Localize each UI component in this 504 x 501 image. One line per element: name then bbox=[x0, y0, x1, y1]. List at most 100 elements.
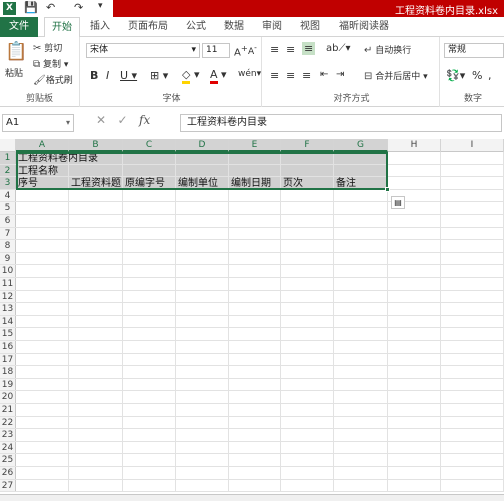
cell-a1[interactable]: 工程资料卷内目录 bbox=[16, 152, 98, 164]
shrink-font-icon[interactable]: A- bbox=[248, 43, 257, 57]
cell-d22[interactable] bbox=[176, 416, 229, 429]
cell-a16[interactable] bbox=[16, 341, 69, 353]
row-header-21[interactable]: 21 bbox=[0, 404, 16, 416]
align-top-icon[interactable]: ≡ bbox=[270, 43, 279, 56]
cell-b23[interactable] bbox=[69, 429, 123, 441]
cell-f20[interactable] bbox=[281, 391, 334, 403]
cell-e21[interactable] bbox=[229, 404, 281, 416]
cell-f12[interactable] bbox=[281, 290, 334, 303]
row-header-15[interactable]: 15 bbox=[0, 328, 16, 340]
paste-icon[interactable]: 📋 bbox=[5, 41, 27, 62]
cell-i4[interactable] bbox=[441, 189, 504, 202]
cell-h21[interactable] bbox=[388, 404, 441, 416]
cell-f24[interactable] bbox=[281, 441, 334, 454]
cell-d11[interactable] bbox=[176, 278, 229, 290]
tab-file[interactable]: 文件 bbox=[0, 17, 38, 37]
cell-f6[interactable] bbox=[281, 215, 334, 227]
cell-f11[interactable] bbox=[281, 278, 334, 290]
cell-h22[interactable] bbox=[388, 416, 441, 429]
cell-f22[interactable] bbox=[281, 416, 334, 429]
cell-f3[interactable]: 页次 bbox=[281, 177, 334, 189]
cell-c15[interactable] bbox=[123, 328, 176, 340]
cell-e3[interactable]: 编制日期 bbox=[229, 177, 281, 189]
cell-g26[interactable] bbox=[334, 467, 388, 479]
cell-a3[interactable]: 序号 bbox=[16, 177, 69, 189]
cell-a21[interactable] bbox=[16, 404, 69, 416]
cell-g19[interactable] bbox=[334, 378, 388, 391]
cell-f4[interactable] bbox=[281, 189, 334, 202]
cell-f14[interactable] bbox=[281, 315, 334, 328]
cell-g3[interactable]: 备注 bbox=[334, 177, 388, 189]
cell-h18[interactable] bbox=[388, 366, 441, 378]
column-header-i[interactable]: I bbox=[441, 139, 504, 152]
cell-c13[interactable] bbox=[123, 303, 176, 315]
column-header-d[interactable]: D bbox=[176, 139, 229, 152]
cancel-icon[interactable]: ✕ bbox=[96, 113, 106, 127]
cell-d7[interactable] bbox=[176, 227, 229, 240]
cell-b1[interactable] bbox=[69, 152, 123, 164]
cell-h8[interactable] bbox=[388, 240, 441, 252]
cell-c4[interactable] bbox=[123, 189, 176, 202]
cell-g24[interactable] bbox=[334, 441, 388, 454]
row-header-6[interactable]: 6 bbox=[0, 215, 16, 227]
cell-a20[interactable] bbox=[16, 391, 69, 403]
insert-function-icon[interactable]: fx bbox=[139, 113, 150, 127]
cell-f17[interactable] bbox=[281, 353, 334, 366]
cell-g22[interactable] bbox=[334, 416, 388, 429]
increase-indent-icon[interactable]: ⇥ bbox=[336, 69, 344, 80]
cell-g9[interactable] bbox=[334, 252, 388, 265]
cell-i1[interactable] bbox=[441, 152, 504, 164]
cell-d6[interactable] bbox=[176, 215, 229, 227]
cell-a9[interactable] bbox=[16, 252, 69, 265]
cell-d15[interactable] bbox=[176, 328, 229, 340]
cell-c14[interactable] bbox=[123, 315, 176, 328]
fill-handle[interactable] bbox=[385, 187, 390, 192]
row-header-19[interactable]: 19 bbox=[0, 378, 16, 391]
cell-i6[interactable] bbox=[441, 215, 504, 227]
cell-b6[interactable] bbox=[69, 215, 123, 227]
cell-d2[interactable] bbox=[176, 164, 229, 177]
column-header-g[interactable]: G bbox=[334, 139, 388, 152]
cell-d18[interactable] bbox=[176, 366, 229, 378]
cell-a17[interactable] bbox=[16, 353, 69, 366]
cell-c23[interactable] bbox=[123, 429, 176, 441]
redo-icon[interactable]: ↷ bbox=[74, 1, 83, 14]
cell-a2[interactable]: 工程名称 bbox=[16, 164, 69, 177]
row-header-3[interactable]: 3 bbox=[0, 177, 16, 189]
tab-review[interactable]: 审阅 bbox=[258, 17, 286, 37]
cell-c1[interactable] bbox=[123, 152, 176, 164]
cell-a25[interactable] bbox=[16, 454, 69, 466]
tab-data[interactable]: 数据 bbox=[220, 17, 248, 37]
cell-g13[interactable] bbox=[334, 303, 388, 315]
cell-i5[interactable] bbox=[441, 202, 504, 214]
row-header-7[interactable]: 7 bbox=[0, 227, 16, 240]
cell-f25[interactable] bbox=[281, 454, 334, 466]
cell-d14[interactable] bbox=[176, 315, 229, 328]
cell-b12[interactable] bbox=[69, 290, 123, 303]
cell-e5[interactable] bbox=[229, 202, 281, 214]
cell-g1[interactable] bbox=[334, 152, 388, 164]
cell-a5[interactable] bbox=[16, 202, 69, 214]
cell-a19[interactable] bbox=[16, 378, 69, 391]
wrap-text-button[interactable]: ↵ 自动换行 bbox=[364, 43, 411, 56]
tab-formulas[interactable]: 公式 bbox=[182, 17, 210, 37]
cell-c6[interactable] bbox=[123, 215, 176, 227]
tab-page-layout[interactable]: 页面布局 bbox=[124, 17, 172, 37]
cell-e6[interactable] bbox=[229, 215, 281, 227]
font-color-icon[interactable]: A ▾ bbox=[210, 68, 227, 84]
tab-insert[interactable]: 插入 bbox=[86, 17, 114, 37]
cell-d21[interactable] bbox=[176, 404, 229, 416]
row-header-14[interactable]: 14 bbox=[0, 315, 16, 328]
column-header-b[interactable]: B bbox=[69, 139, 123, 152]
cell-f2[interactable] bbox=[281, 164, 334, 177]
cell-b3[interactable]: 工程资料题 bbox=[69, 177, 123, 189]
align-middle-icon[interactable]: ≡ bbox=[286, 43, 295, 56]
cell-c3[interactable]: 原编字号 bbox=[123, 177, 176, 189]
cell-i11[interactable] bbox=[441, 278, 504, 290]
cell-i8[interactable] bbox=[441, 240, 504, 252]
row-header-5[interactable]: 5 bbox=[0, 202, 16, 214]
cell-d3[interactable]: 编制单位 bbox=[176, 177, 229, 189]
row-header-13[interactable]: 13 bbox=[0, 303, 16, 315]
cell-a24[interactable] bbox=[16, 441, 69, 454]
cell-e11[interactable] bbox=[229, 278, 281, 290]
